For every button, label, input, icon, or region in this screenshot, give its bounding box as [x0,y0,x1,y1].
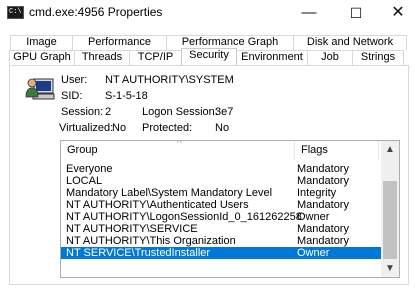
tab-disk-and-network[interactable]: Disk and Network [293,35,407,50]
table-row[interactable]: Mandatory Label\System Mandatory Level I… [61,187,381,199]
protected-value: No [215,122,230,134]
column-header-flags[interactable]: Flags [295,141,379,160]
tabs-row-1: Image Performance Performance Graph Disk… [10,35,407,50]
table-row[interactable]: NT AUTHORITY\SERVICE Mandatory [61,223,381,235]
flags-cell: Integrity [297,187,337,199]
group-cell: NT AUTHORITY\SERVICE [66,223,198,235]
group-cell: LOCAL [66,175,103,187]
flags-cell: Owner [297,247,330,259]
scroll-up-arrow-icon[interactable]: ▲ [381,144,399,155]
tab-security[interactable]: Security [181,48,237,65]
table-row[interactable]: NT AUTHORITY\Authenticated Users Mandato… [61,199,381,211]
scrollbar-thumb[interactable] [383,181,397,259]
protected-label: Protected: [142,122,193,134]
tab-image[interactable]: Image [10,35,73,50]
session-value: 2 [105,106,112,118]
sid-label: SID: [61,90,83,102]
groups-rows: Everyone Mandatory LOCAL Mandatory Manda… [61,163,381,259]
tab-performance[interactable]: Performance [72,35,167,50]
tab-job[interactable]: Job [307,50,353,65]
session-label: Session: [61,106,104,118]
virtualized-label: Virtualized: [59,122,114,134]
console-app-icon: C:\ [7,6,24,19]
tab-environment[interactable]: Environment [236,50,308,65]
tab-threads[interactable]: Threads [74,50,130,65]
window-title: cmd.exe:4956 Properties [29,5,163,19]
group-cell: Everyone [66,163,113,175]
table-row-selected[interactable]: NT SERVICE\TrustedInstaller Owner [61,247,381,259]
table-row[interactable]: Everyone Mandatory [61,163,381,175]
vertical-scrollbar[interactable]: ▲ ▼ [381,141,399,277]
group-cell: NT AUTHORITY\This Organization [66,235,236,247]
sort-ascending-icon: ^ [177,140,182,149]
flags-cell: Mandatory [297,175,349,187]
flags-cell: Mandatory [297,235,349,247]
column-header-group[interactable]: Group ^ [61,141,295,160]
tabs-row-2: GPU Graph Threads TCP/IP Security Enviro… [9,48,404,65]
tab-gpu-graph[interactable]: GPU Graph [9,50,75,65]
group-cell: NT AUTHORITY\Authenticated Users [66,199,249,211]
maximize-button[interactable]: ☐ [334,0,378,28]
scroll-down-arrow-icon[interactable]: ▼ [381,263,399,274]
tab-tcp-ip[interactable]: TCP/IP [129,50,182,65]
title-bar: C:\ cmd.exe:4956 Properties — ☐ ✕ [0,0,418,28]
logon-session-label: Logon Session: [142,106,218,118]
logon-session-value: 3e7 [215,106,234,118]
group-cell: Mandatory Label\System Mandatory Level [66,187,273,199]
table-row[interactable]: LOCAL Mandatory [61,175,381,187]
table-row[interactable]: NT AUTHORITY\LogonSessionId_0_161262258 … [61,211,381,223]
user-label: User: [61,74,88,86]
tab-strings[interactable]: Strings [352,50,404,65]
groups-list[interactable]: Group ^ Flags Everyone Mandatory LOCAL M… [60,140,400,278]
sid-value: S-1-5-18 [105,90,148,102]
column-header-flags-label: Flags [301,144,328,156]
user-value: NT AUTHORITY\SYSTEM [105,74,234,86]
flags-cell: Mandatory [297,199,349,211]
virtualized-value: No [112,122,127,134]
flags-cell: Mandatory [297,223,349,235]
table-row[interactable]: NT AUTHORITY\This Organization Mandatory [61,235,381,247]
column-header-group-label: Group [67,144,98,156]
user-computer-icon [25,78,55,100]
close-button[interactable]: ✕ [376,0,418,28]
group-cell: NT SERVICE\TrustedInstaller [66,247,211,259]
minimize-button[interactable]: — [287,0,331,28]
flags-cell: Owner [297,211,330,223]
group-cell: NT AUTHORITY\LogonSessionId_0_161262258 [66,211,302,223]
flags-cell: Mandatory [297,163,349,175]
